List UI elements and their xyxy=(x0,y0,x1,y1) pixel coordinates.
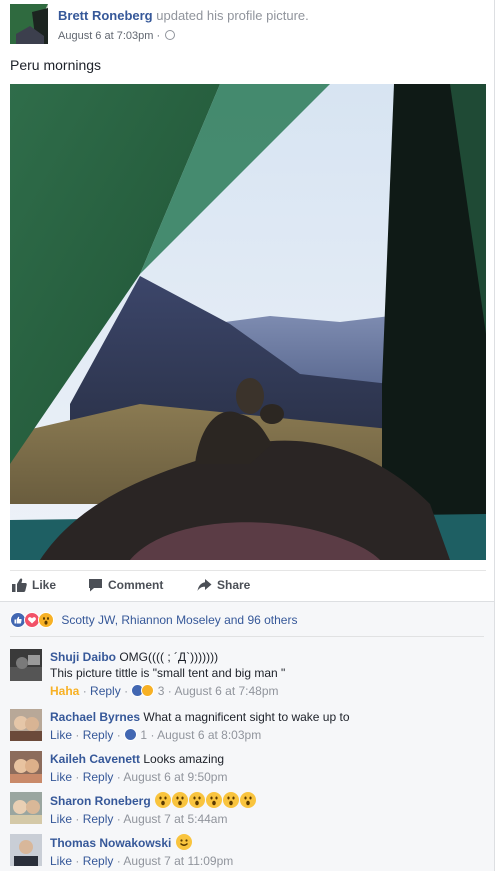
comments-area: Scotty JW, Rhiannon Moseley and 96 other… xyxy=(0,601,494,871)
comment-meta: Like · Reply · August 6 at 9:50pm xyxy=(50,770,228,784)
post-timestamp[interactable]: August 6 at 7:03pm xyxy=(58,30,153,42)
comment-timestamp[interactable]: August 7 at 5:44am xyxy=(123,812,227,826)
commenter-avatar[interactable] xyxy=(10,792,42,824)
comment-timestamp[interactable]: August 6 at 8:03pm xyxy=(157,728,261,742)
author-line: Brett Roneberg updated his profile pictu… xyxy=(58,8,309,23)
comment-text: OMG(((( ; ´Д`))))))) xyxy=(119,650,219,664)
reactions-summary[interactable]: Scotty JW, Rhiannon Moseley and 96 other… xyxy=(10,612,297,632)
comment-meta: Haha · Reply · 3 · August 6 at 7:48pm xyxy=(50,684,279,698)
share-label: Share xyxy=(217,578,251,592)
comment-timestamp[interactable]: August 6 at 9:50pm xyxy=(123,770,227,784)
speech-bubble-icon xyxy=(89,579,102,592)
like-button[interactable]: Like xyxy=(12,578,56,592)
commenter-avatar[interactable] xyxy=(10,834,42,866)
comment-text-line2: This picture tittle is "small tent and b… xyxy=(50,666,286,680)
comment-body: Kaileh Cavenett Looks amazing Like · Rep… xyxy=(50,751,480,785)
comment-meta: Like · Reply · August 7 at 5:44am xyxy=(50,812,228,826)
comment-meta: Like · Reply · 1 · August 6 at 8:03pm xyxy=(50,728,262,742)
author-action: updated his profile picture. xyxy=(156,8,309,23)
facebook-post: Brett Roneberg updated his profile pictu… xyxy=(0,0,495,871)
reply-link[interactable]: Reply xyxy=(83,728,114,742)
comment-timestamp[interactable]: August 7 at 11:09pm xyxy=(123,854,233,868)
commenter-avatar[interactable] xyxy=(10,649,42,681)
reply-link[interactable]: Reply xyxy=(90,684,121,698)
comment-item: Thomas Nowakowski Like · Reply · August … xyxy=(10,834,486,870)
like-reaction-mini-icon xyxy=(124,728,138,741)
commenter-name[interactable]: Thomas Nowakowski xyxy=(50,836,171,850)
reaction-count[interactable]: 1 xyxy=(140,728,147,742)
like-link[interactable]: Like xyxy=(50,770,72,784)
comment-button[interactable]: Comment xyxy=(88,578,163,592)
comment-timestamp[interactable]: August 6 at 7:48pm xyxy=(174,684,278,698)
wow-emoji-icon xyxy=(206,792,223,808)
reply-link[interactable]: Reply xyxy=(83,812,114,826)
comment-item: Shuji Daibo OMG(((( ; ´Д`))))))) This pi… xyxy=(10,649,486,701)
like-link[interactable]: Like xyxy=(50,728,72,742)
author-name[interactable]: Brett Roneberg xyxy=(58,8,153,23)
reaction-count[interactable]: 3 xyxy=(158,684,165,698)
comment-body: Thomas Nowakowski Like · Reply · August … xyxy=(50,834,480,869)
divider xyxy=(10,636,484,637)
post-header: Brett Roneberg updated his profile pictu… xyxy=(10,4,480,44)
globe-icon[interactable] xyxy=(165,30,176,40)
comment-text: What a magnificent sight to wake up to xyxy=(143,710,350,724)
action-bar: Like Comment Share xyxy=(10,570,486,600)
comment-item: Sharon Roneberg Like · Reply · August 7 … xyxy=(10,792,486,828)
author-avatar[interactable] xyxy=(10,4,48,44)
commenter-name[interactable]: Sharon Roneberg xyxy=(50,794,151,808)
reactors-text[interactable]: Scotty JW, Rhiannon Moseley and 96 other… xyxy=(61,613,297,627)
comment-text: Looks amazing xyxy=(143,752,225,766)
reply-link[interactable]: Reply xyxy=(83,854,114,868)
comment-label: Comment xyxy=(108,578,164,592)
commenter-name[interactable]: Shuji Daibo xyxy=(50,650,116,664)
haha-reaction-label[interactable]: Haha xyxy=(50,684,79,698)
wow-emoji-icon xyxy=(172,792,189,808)
commenter-name[interactable]: Kaileh Cavenett xyxy=(50,752,140,766)
share-button[interactable]: Share xyxy=(197,578,250,592)
wow-emoji-icon xyxy=(189,792,206,808)
like-link[interactable]: Like xyxy=(50,854,72,868)
like-label: Like xyxy=(32,578,57,592)
comment-meta: Like · Reply · August 7 at 11:09pm xyxy=(50,854,234,868)
wow-emoji-icon xyxy=(155,792,172,808)
like-link[interactable]: Like xyxy=(50,812,72,826)
comment-body: Sharon Roneberg Like · Reply · August 7 … xyxy=(50,792,480,827)
smile-emoji-icon xyxy=(175,834,192,850)
commenter-name[interactable]: Rachael Byrnes xyxy=(50,710,140,724)
post-meta: August 6 at 7:03pm · xyxy=(58,30,176,42)
comment-body: Rachael Byrnes What a magnificent sight … xyxy=(50,709,480,743)
share-arrow-icon xyxy=(197,579,212,591)
wow-emoji-icon xyxy=(223,792,240,808)
comment-item: Kaileh Cavenett Looks amazing Like · Rep… xyxy=(10,751,486,787)
comment-item: Rachael Byrnes What a magnificent sight … xyxy=(10,709,486,745)
post-photo[interactable] xyxy=(10,84,486,560)
thumbs-up-icon xyxy=(12,578,27,592)
comment-body: Shuji Daibo OMG(((( ; ´Д`))))))) This pi… xyxy=(50,649,480,699)
post-caption: Peru mornings xyxy=(10,57,102,73)
commenter-avatar[interactable] xyxy=(10,751,42,783)
reply-link[interactable]: Reply xyxy=(83,770,114,784)
commenter-avatar[interactable] xyxy=(10,709,42,741)
meta-separator: · xyxy=(156,30,161,42)
haha-reaction-mini-icon xyxy=(141,684,155,697)
wow-emoji-icon xyxy=(240,792,257,808)
wow-reaction-icon xyxy=(38,612,54,628)
